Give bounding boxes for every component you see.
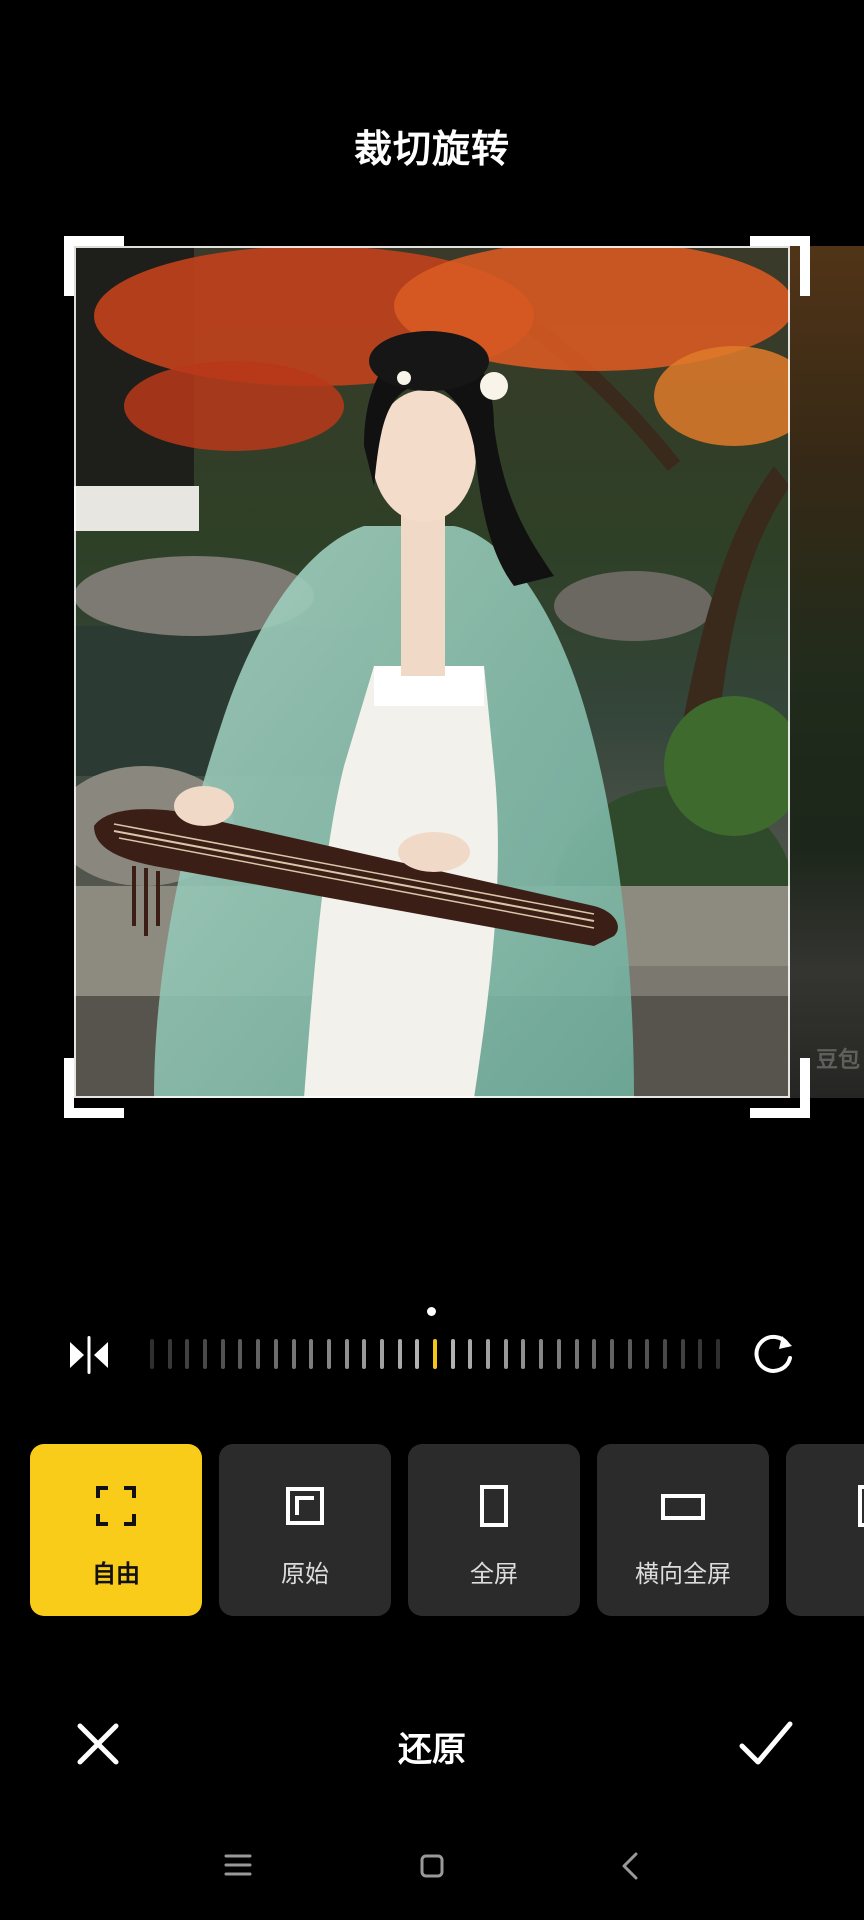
ruler-tick: [326, 1339, 331, 1369]
ruler-tick: [539, 1339, 544, 1369]
ratio-fullscreen[interactable]: 全屏: [408, 1444, 580, 1616]
ruler-tick: [150, 1339, 154, 1369]
ruler-tick: [256, 1339, 261, 1369]
ruler-tick: [185, 1339, 190, 1369]
crop-handle-bottom-left[interactable]: [64, 1058, 124, 1118]
photo-preview[interactable]: [74, 246, 790, 1098]
confirm-button[interactable]: [738, 1718, 794, 1770]
rotate-icon[interactable]: [748, 1330, 798, 1380]
ruler-tick: [203, 1339, 208, 1369]
crop-handle-top-left[interactable]: [64, 236, 124, 296]
crop-handle-bottom-right[interactable]: [750, 1058, 810, 1118]
ratio-free[interactable]: 自由: [30, 1444, 202, 1616]
page-title: 裁切旋转: [353, 127, 510, 171]
photo-outside-crop: 豆包: [790, 246, 864, 1098]
ratio-label: 全屏: [470, 1560, 518, 1588]
back-icon[interactable]: [620, 1852, 640, 1880]
flip-horizontal-icon[interactable]: [66, 1332, 112, 1378]
ruler-tick: [167, 1339, 172, 1369]
ruler-tick: [415, 1339, 420, 1369]
ruler-tick: [574, 1339, 579, 1369]
ratio-label: 自由: [92, 1560, 140, 1588]
ruler-tick: [468, 1339, 473, 1369]
ratio-landscape-fullscreen[interactable]: 横向全屏: [597, 1444, 769, 1616]
rotation-ruler[interactable]: [150, 1339, 720, 1369]
ratio-label: 原始: [281, 1560, 329, 1588]
ruler-tick: [450, 1339, 455, 1369]
ruler-tick: [680, 1339, 685, 1369]
ruler-tick: [521, 1339, 526, 1369]
photo-image: [74, 246, 790, 1098]
ratio-original[interactable]: 原始: [219, 1444, 391, 1616]
ruler-tick: [362, 1339, 367, 1369]
ruler-tick: [627, 1339, 632, 1369]
portrait-fullscreen-icon: [480, 1485, 508, 1527]
free-crop-icon: [96, 1486, 136, 1526]
ruler-tick: [379, 1339, 384, 1369]
ratio-label: 横向全屏: [635, 1560, 731, 1588]
ruler-tick: [609, 1339, 614, 1369]
ruler-tick: [344, 1339, 349, 1369]
crop-handle-top-right[interactable]: [750, 236, 810, 296]
ruler-tick: [645, 1339, 650, 1369]
ruler-tick: [698, 1339, 703, 1369]
ruler-center-indicator: [427, 1307, 436, 1316]
ruler-tick: [309, 1339, 314, 1369]
ruler-tick: [716, 1339, 720, 1369]
ruler-tick: [220, 1339, 225, 1369]
ruler-tick: [556, 1339, 561, 1369]
ruler-tick: [238, 1339, 243, 1369]
original-ratio-icon: [286, 1487, 324, 1525]
watermark: 豆包: [815, 1048, 860, 1073]
aspect-ratio-options: 自由 原始 全屏 横向全屏 1: [30, 1444, 864, 1616]
recent-apps-icon[interactable]: [224, 1852, 252, 1878]
ruler-tick: [486, 1339, 491, 1369]
cancel-button[interactable]: [74, 1720, 122, 1768]
restore-button[interactable]: 还原: [382, 1722, 482, 1771]
ruler-tick: [291, 1339, 296, 1369]
landscape-fullscreen-icon: [661, 1494, 705, 1520]
ruler-tick: [592, 1339, 597, 1369]
ruler-tick: [503, 1339, 508, 1369]
home-icon[interactable]: [420, 1854, 444, 1878]
ruler-tick: [397, 1339, 402, 1369]
ratio-icon: [858, 1485, 864, 1527]
ruler-tick-active: [433, 1339, 437, 1369]
ruler-tick: [662, 1339, 667, 1369]
ratio-next[interactable]: 1: [786, 1444, 864, 1616]
ruler-tick: [273, 1339, 278, 1369]
